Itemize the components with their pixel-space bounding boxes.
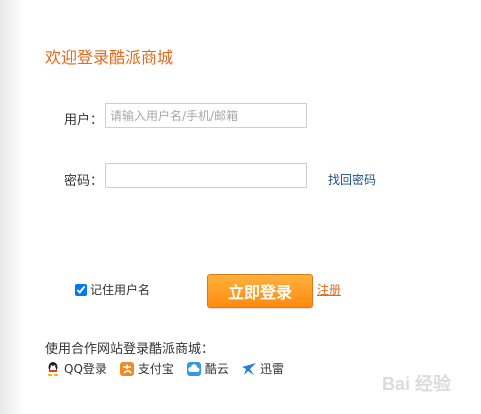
partner-thunder-label: 迅雷 xyxy=(259,362,284,376)
username-input[interactable] xyxy=(105,103,307,128)
partner-cloud[interactable]: 酷云 xyxy=(186,360,229,377)
username-label: 用户： xyxy=(64,113,104,128)
partner-alipay[interactable]: 支付宝 xyxy=(119,360,174,377)
forgot-password-link[interactable]: 找回密码 xyxy=(328,171,376,188)
partner-login-list: QQ登录 支付宝 酷云 迅雷 xyxy=(45,360,284,377)
left-shadow xyxy=(0,0,24,414)
partner-cloud-label: 酷云 xyxy=(204,362,229,376)
watermark: Bai 经验 xyxy=(381,374,451,394)
page-title: 欢迎登录酷派商城 xyxy=(45,48,174,67)
thunder-icon xyxy=(241,362,256,375)
partner-qq[interactable]: QQ登录 xyxy=(45,360,107,377)
partner-login-title: 使用合作网站登录酷派商城： xyxy=(45,342,215,357)
password-input[interactable] xyxy=(105,163,307,188)
register-link[interactable]: 注册 xyxy=(317,281,341,298)
qq-icon xyxy=(48,361,58,376)
partner-thunder[interactable]: 迅雷 xyxy=(241,360,284,377)
partner-qq-label: QQ登录 xyxy=(64,362,107,376)
cloud-icon xyxy=(186,361,201,376)
login-panel: 欢迎登录酷派商城 用户： 密码： 找回密码 记住用户名 立即登录 注册 使用合作… xyxy=(24,0,481,414)
remember-checkbox[interactable] xyxy=(75,283,87,296)
alipay-icon xyxy=(119,361,134,376)
remember-label: 记住用户名 xyxy=(90,283,151,297)
remember-username[interactable]: 记住用户名 xyxy=(75,281,150,298)
login-button[interactable]: 立即登录 xyxy=(207,274,313,308)
partner-alipay-label: 支付宝 xyxy=(137,362,174,376)
password-label: 密码： xyxy=(64,174,104,189)
